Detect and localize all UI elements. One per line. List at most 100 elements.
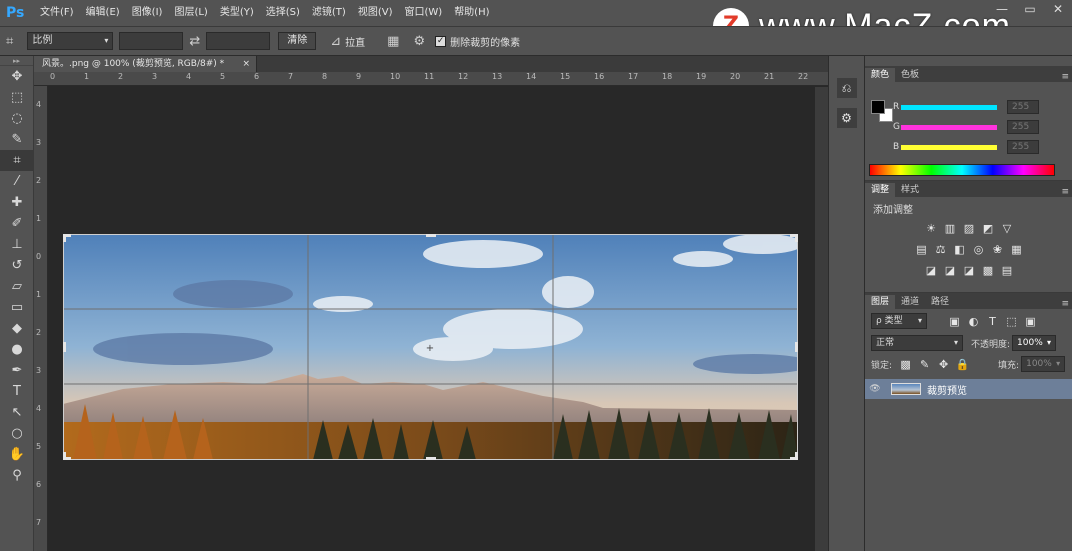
adjustment-icon[interactable]: ◧ [952,243,967,256]
fill-input[interactable]: 100% ▾ [1021,356,1066,372]
tab-adjust_panel-1[interactable]: 样式 [895,183,925,197]
tab-layers_panel-0[interactable]: 图层 [865,295,896,309]
channel-slider[interactable] [901,144,997,150]
layer-filter-icon[interactable]: ⬚ [1004,315,1019,328]
shape-tool-icon[interactable]: ○ [0,423,34,444]
vertical-scrollbar[interactable] [815,87,828,551]
width-input[interactable] [119,32,184,50]
delete-pixels-label[interactable]: 删除裁剪的像素 [450,34,520,49]
tab-layers_panel-2[interactable]: 路径 [925,295,955,309]
swap-icon[interactable]: ⇄ [189,34,200,49]
document-tab[interactable]: 风景。.png @ 100% (裁剪预览, RGB/8#) * × [34,56,257,72]
foreground-swatch[interactable] [871,100,885,114]
eyedropper-tool-icon[interactable]: ⁄ [0,171,34,192]
healing-tool-icon[interactable]: ✚ [0,192,34,213]
layer-name[interactable]: 裁剪预览 [927,382,967,397]
history-panel-icon[interactable]: ⎌ [836,78,857,98]
lasso-tool-icon[interactable]: ◌ [0,108,34,129]
adjustment-icon[interactable]: ▦ [1009,243,1024,256]
adjustment-icon[interactable]: ◩ [981,222,996,235]
marquee-tool-icon[interactable]: ⬚ [0,87,34,108]
straighten-icon[interactable]: ⊿ [330,34,341,49]
menu-item[interactable]: 图像(I) [126,0,169,26]
clear-button[interactable]: 清除 [278,32,317,50]
blur-tool-icon[interactable]: ◆ [0,318,34,339]
channel-value-input[interactable]: 255 [1007,140,1039,154]
layer-filter-icon[interactable]: T [985,315,1000,328]
adjustment-icon[interactable]: ▩ [981,264,996,277]
tab-color_panel-1[interactable]: 色板 [895,68,925,82]
channel-slider[interactable] [901,124,997,130]
overlay-grid-icon[interactable]: ▦ [387,34,399,49]
menu-item[interactable]: 窗口(W) [398,0,448,26]
menu-item[interactable]: 选择(S) [260,0,306,26]
maximize-icon[interactable]: ▭ [1020,2,1040,16]
menu-item[interactable]: 文件(F) [34,0,80,26]
layer-row[interactable]: 👁 裁剪预览 [865,379,1072,399]
close-icon[interactable]: × [242,56,250,72]
menu-item[interactable]: 滤镜(T) [306,0,352,26]
lock-option-icon[interactable]: ✥ [936,358,951,371]
adjustment-icon[interactable]: ❀ [990,243,1005,256]
channel-value-input[interactable]: 255 [1007,120,1039,134]
opacity-input[interactable]: 100% ▾ [1012,335,1057,351]
panel-menu-icon[interactable]: ≡ [1061,72,1072,82]
lock-option-icon[interactable]: 🔒 [955,358,970,371]
adjustment-icon[interactable]: ▤ [914,243,929,256]
ratio-select[interactable]: 比例 ▾ [27,32,114,50]
adjustment-icon[interactable]: ⚖ [933,243,948,256]
toolbox-grip[interactable]: ▸▸ [0,56,33,66]
menu-item[interactable]: 图层(L) [168,0,213,26]
straighten-label[interactable]: 拉直 [345,34,365,49]
adjustment-icon[interactable]: ◪ [943,264,958,277]
minimize-icon[interactable]: — [992,2,1012,16]
gradient-tool-icon[interactable]: ▭ [0,297,34,318]
adjustment-icon[interactable]: ▥ [943,222,958,235]
panel-menu-icon[interactable]: ≡ [1061,299,1072,309]
adjustment-icon[interactable]: ▽ [1000,222,1015,235]
eraser-tool-icon[interactable]: ▱ [0,276,34,297]
menu-item[interactable]: 帮助(H) [448,0,495,26]
menu-item[interactable]: 编辑(E) [80,0,126,26]
adjustment-icon[interactable]: ☀ [924,222,939,235]
type-tool-icon[interactable]: T [0,381,34,402]
dodge-tool-icon[interactable]: ● [0,339,34,360]
brush-tool-icon[interactable]: ✐ [0,213,34,234]
quick-select-tool-icon[interactable]: ✎ [0,129,34,150]
lock-option-icon[interactable]: ▩ [898,358,913,371]
crop-preview-image[interactable]: + [63,234,798,460]
adjustment-icon[interactable]: ▤ [1000,264,1015,277]
layer-filter-icon[interactable]: ▣ [1023,315,1038,328]
history-brush-tool-icon[interactable]: ↺ [0,255,34,276]
tab-adjust_panel-0[interactable]: 调整 [865,183,896,197]
channel-slider[interactable] [901,104,997,110]
adjustment-icon[interactable]: ◪ [924,264,939,277]
crop-tool-icon[interactable]: ⌗ [0,150,34,171]
gear-icon[interactable]: ⚙ [413,34,425,49]
eye-icon[interactable]: 👁 [865,384,885,394]
channel-value-input[interactable]: 255 [1007,100,1039,114]
layer-filter-icon[interactable]: ▣ [947,315,962,328]
adjustment-icon[interactable]: ◎ [971,243,986,256]
move-tool-icon[interactable]: ✥ [0,66,34,87]
properties-panel-icon[interactable]: ⚙ [836,108,857,128]
panel-menu-icon[interactable]: ≡ [1061,187,1072,197]
menu-item[interactable]: 视图(V) [352,0,399,26]
tab-color_panel-0[interactable]: 颜色 [865,68,896,82]
height-input[interactable] [206,32,271,50]
adjustment-icon[interactable]: ◪ [962,264,977,277]
close-icon[interactable]: ✕ [1048,2,1068,16]
path-select-tool-icon[interactable]: ↖ [0,402,34,423]
layer-filter-icon[interactable]: ◐ [966,315,981,328]
crop-icon[interactable]: ⌗ [6,34,13,49]
delete-pixels-checkbox[interactable]: ✓ [435,35,447,47]
zoom-tool-icon[interactable]: ⚲ [0,465,34,486]
stamp-tool-icon[interactable]: ⊥ [0,234,34,255]
hand-tool-icon[interactable]: ✋ [0,444,34,465]
color-spectrum[interactable] [869,164,1055,176]
tab-layers_panel-1[interactable]: 通道 [895,295,925,309]
menu-item[interactable]: 类型(Y) [214,0,260,26]
layer-filter-select[interactable]: ρ 类型 ▾ [871,313,927,329]
pen-tool-icon[interactable]: ✒ [0,360,34,381]
lock-option-icon[interactable]: ✎ [917,358,932,371]
